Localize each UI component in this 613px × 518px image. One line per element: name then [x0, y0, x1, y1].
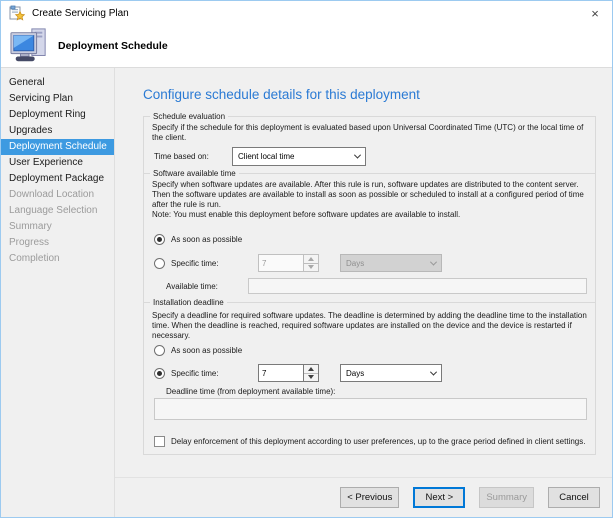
- deadline-time-label: Deadline time (from deployment available…: [166, 387, 336, 396]
- sidebar-item-deployment-package[interactable]: Deployment Package: [1, 171, 114, 187]
- dropdown-value: Days: [346, 368, 365, 378]
- dropdown-value: Days: [346, 258, 365, 268]
- available-specific-time-radio-label[interactable]: Specific time:: [171, 259, 254, 268]
- available-time-input: [248, 278, 587, 294]
- chevron-down-icon: [429, 258, 438, 266]
- installation-deadline-group: Installation deadline Specify a deadline…: [143, 298, 596, 455]
- radio-unchecked-icon[interactable]: [154, 257, 165, 269]
- summary-button: Summary: [479, 487, 534, 508]
- sidebar-item-completion: Completion: [9, 253, 60, 264]
- dropdown-value: Client local time: [238, 152, 295, 161]
- create-servicing-plan-icon: [9, 5, 25, 21]
- sidebar-item-servicing-plan[interactable]: Servicing Plan: [1, 91, 114, 107]
- radio-label: As soon as possible: [171, 346, 243, 355]
- chevron-down-icon: [353, 151, 362, 159]
- spinner-up-icon: [304, 255, 318, 264]
- radio-checked-icon[interactable]: [154, 367, 165, 379]
- deadline-time-input: [154, 398, 587, 420]
- close-icon[interactable]: ×: [578, 1, 612, 25]
- spinner-down-icon[interactable]: [304, 373, 318, 381]
- deadline-asap-radio[interactable]: As soon as possible: [154, 345, 242, 356]
- wizard-page-content: Configure schedule details for this depl…: [115, 68, 612, 477]
- spinner-value: 7: [262, 368, 267, 378]
- spinner-value: 7: [262, 258, 267, 268]
- group-title: Installation deadline: [150, 298, 227, 308]
- wizard-nav-sidebar: General Servicing Plan Deployment Ring U…: [1, 68, 115, 517]
- available-time-unit-dropdown: Days: [340, 254, 442, 272]
- sidebar-item-user-experience[interactable]: User Experience: [1, 155, 114, 171]
- checkbox-unchecked-icon[interactable]: [154, 436, 165, 447]
- page-heading: Configure schedule details for this depl…: [143, 87, 420, 102]
- wizard-footer: < Previous Next > Summary Cancel: [115, 477, 612, 517]
- time-based-on-dropdown[interactable]: Client local time: [232, 147, 366, 166]
- available-asap-radio[interactable]: As soon as possible: [154, 234, 242, 245]
- available-specific-time-spinner: 7: [258, 254, 319, 272]
- sidebar-item-upgrades[interactable]: Upgrades: [1, 123, 114, 139]
- next-button[interactable]: Next >: [413, 487, 466, 508]
- computer-icon: [10, 28, 46, 62]
- title-bar: Create Servicing Plan ×: [1, 1, 612, 25]
- sidebar-item-progress: Progress: [9, 237, 50, 248]
- group-title: Schedule evaluation: [150, 112, 229, 122]
- delay-enforcement-label: Delay enforcement of this deployment acc…: [171, 437, 586, 446]
- radio-label: As soon as possible: [171, 235, 243, 244]
- delay-enforcement-checkbox-row[interactable]: Delay enforcement of this deployment acc…: [154, 436, 587, 447]
- create-servicing-plan-window: Create Servicing Plan × Deployment Sched…: [0, 0, 613, 518]
- cancel-button[interactable]: Cancel: [548, 487, 600, 508]
- time-based-on-label: Time based on:: [154, 152, 209, 161]
- software-available-description: Specify when software updates are availa…: [152, 180, 584, 209]
- window-title: Create Servicing Plan: [32, 7, 129, 19]
- sidebar-item-language-selection: Language Selection: [9, 205, 98, 216]
- deadline-specific-time-spinner[interactable]: 7: [258, 364, 319, 382]
- software-available-time-group: Software available time Specify when sof…: [143, 169, 596, 303]
- wizard-header: Deployment Schedule: [1, 25, 612, 68]
- software-available-note: Note: You must enable this deployment be…: [152, 210, 461, 219]
- sidebar-item-download-location: Download Location: [9, 189, 95, 200]
- spinner-down-icon: [304, 263, 318, 271]
- radio-unchecked-icon: [154, 345, 165, 356]
- sidebar-item-deployment-ring[interactable]: Deployment Ring: [1, 107, 114, 123]
- schedule-evaluation-description: Specify if the schedule for this deploym…: [152, 123, 584, 142]
- schedule-evaluation-group: Schedule evaluation Specify if the sched…: [143, 112, 596, 174]
- radio-checked-icon: [154, 234, 165, 245]
- deadline-specific-time-radio-label[interactable]: Specific time:: [171, 369, 254, 378]
- chevron-down-icon: [429, 368, 438, 376]
- sidebar-item-summary: Summary: [9, 221, 52, 232]
- previous-button[interactable]: < Previous: [340, 487, 400, 508]
- available-time-label: Available time:: [166, 282, 218, 291]
- page-title: Deployment Schedule: [58, 40, 168, 52]
- group-title: Software available time: [150, 169, 239, 179]
- spinner-up-icon[interactable]: [304, 365, 318, 374]
- installation-deadline-description: Specify a deadline for required software…: [152, 311, 587, 340]
- deadline-time-unit-dropdown[interactable]: Days: [340, 364, 442, 382]
- sidebar-item-general[interactable]: General: [1, 75, 114, 91]
- sidebar-item-deployment-schedule[interactable]: Deployment Schedule: [1, 139, 114, 155]
